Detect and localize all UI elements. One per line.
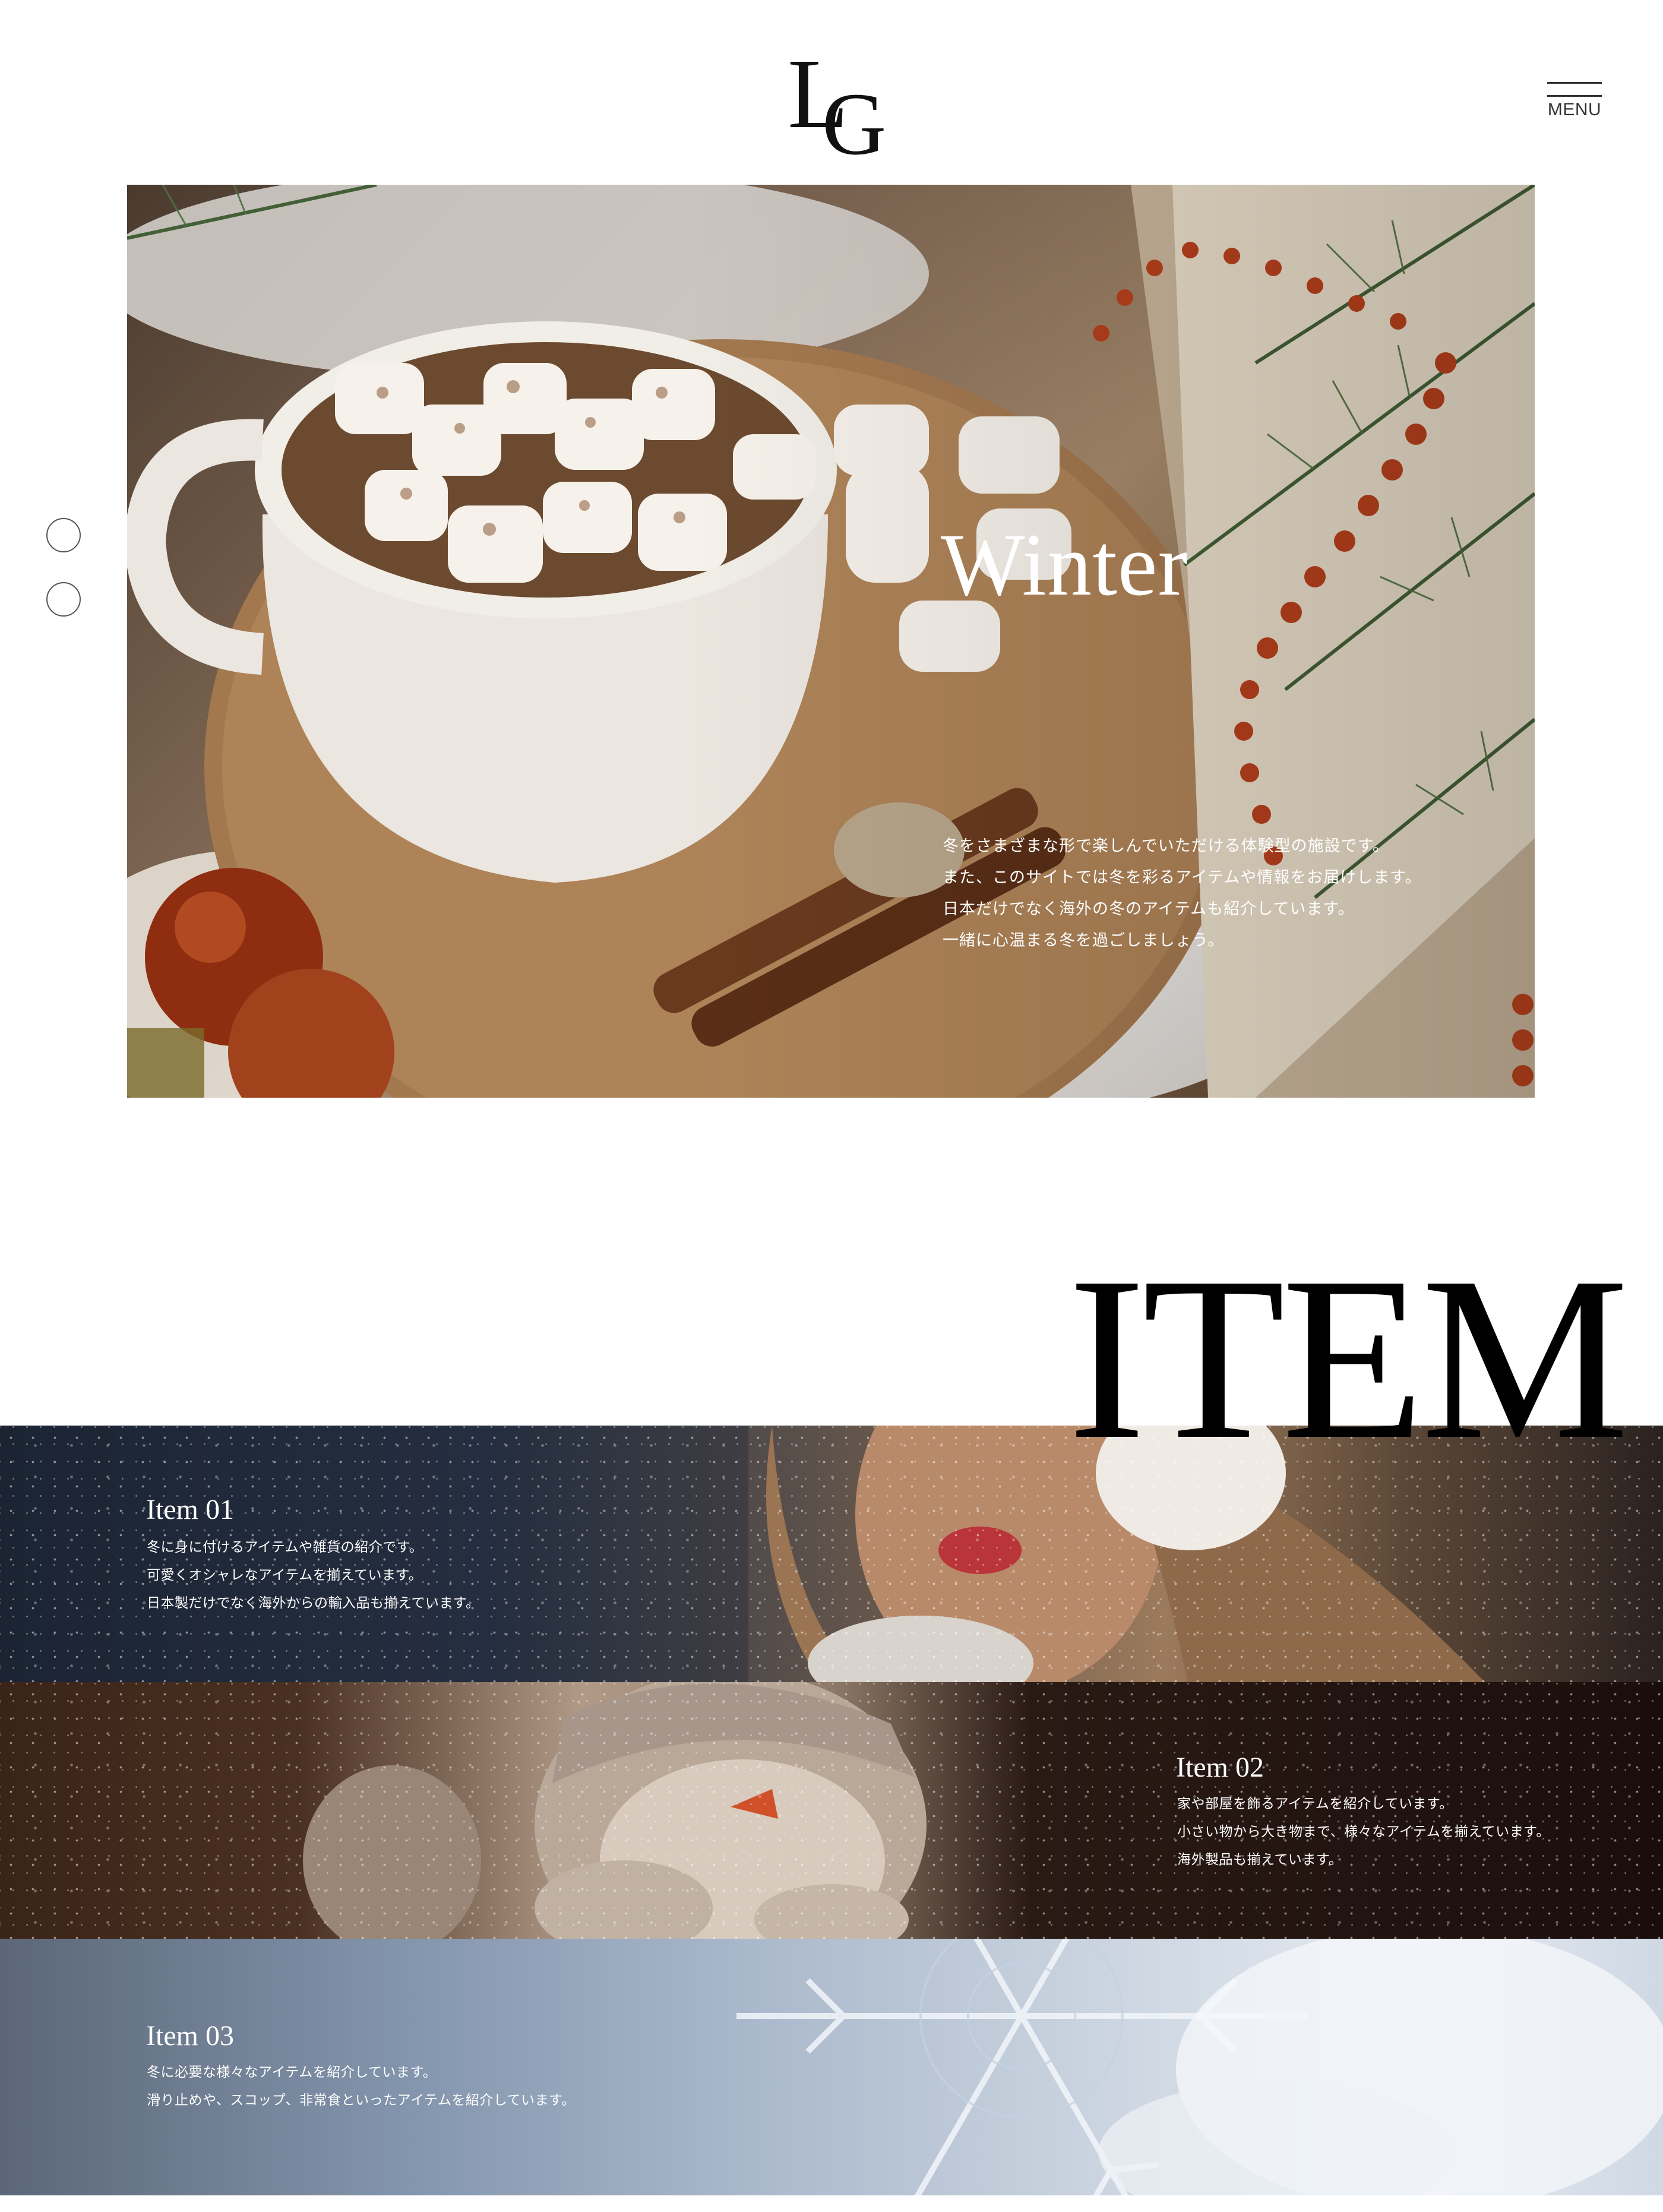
item-02-line: 小さい物から大き物まで、様々なアイテムを揃えています。 bbox=[1177, 1824, 1550, 1840]
item-03-description: 冬に必要な様々なアイテムを紹介しています。 滑り止めや、スコップ、非常食といった… bbox=[147, 2059, 576, 2115]
slider-dot-1[interactable] bbox=[46, 518, 81, 552]
menu-button[interactable]: MENU bbox=[1547, 82, 1602, 124]
item-02-line: 海外製品も揃えています。 bbox=[1177, 1852, 1343, 1867]
hamburger-icon-line-top bbox=[1547, 82, 1602, 84]
hero-banner: Winter 冬をさまざまな形で楽しんでいただける体験型の施設です。 また、この… bbox=[127, 185, 1535, 1098]
item-01-line: 可愛くオシャレなアイテムを揃えています。 bbox=[147, 1568, 423, 1583]
item-01-line: 日本製だけでなく海外からの輸入品も揃えています。 bbox=[147, 1595, 480, 1611]
site-logo[interactable]: L G bbox=[788, 44, 886, 169]
item-02-banner[interactable]: Item 02 家や部屋を飾るアイテムを紹介しています。 小さい物から大き物まで… bbox=[0, 1682, 1663, 1939]
item-03-title: Item 03 bbox=[146, 2020, 234, 2052]
item-02-line: 家や部屋を飾るアイテムを紹介しています。 bbox=[1177, 1796, 1453, 1812]
logo-letter-g: G bbox=[822, 75, 887, 173]
hero-line: 一緒に心温まる冬を過ごしましょう。 bbox=[943, 931, 1225, 950]
item-01-line: 冬に身に付けるアイテムや雑貨の紹介です。 bbox=[147, 1540, 423, 1555]
hero-line: 冬をさまざまな形で楽しんでいただける体験型の施設です。 bbox=[943, 837, 1389, 855]
slider-dot-2[interactable] bbox=[46, 582, 81, 617]
hero-line: 日本だけでなく海外の冬のアイテムも紹介しています。 bbox=[943, 900, 1355, 918]
item-03-line: 冬に必要な様々なアイテムを紹介しています。 bbox=[147, 2065, 437, 2080]
page: L G MENU Winter 冬をさまざまな形で楽しんでいただける体験型の施設… bbox=[0, 0, 1663, 2212]
hero-description: 冬をさまざまな形で楽しんでいただける体験型の施設です。 また、このサイトでは冬を… bbox=[943, 830, 1465, 956]
hero-overlay bbox=[127, 185, 1535, 1098]
hero-title: Winter bbox=[941, 516, 1188, 614]
item-03-line: 滑り止めや、スコップ、非常食といったアイテムを紹介しています。 bbox=[147, 2093, 576, 2108]
menu-label: MENU bbox=[1547, 100, 1602, 119]
item-03-banner[interactable]: Item 03 冬に必要な様々なアイテムを紹介しています。 滑り止めや、スコップ… bbox=[0, 1939, 1663, 2195]
item-02-description: 家や部屋を飾るアイテムを紹介しています。 小さい物から大き物まで、様々なアイテム… bbox=[1177, 1790, 1550, 1874]
item-02-title: Item 02 bbox=[1176, 1752, 1264, 1783]
hamburger-icon-line-bottom bbox=[1547, 95, 1602, 97]
hero-line: また、このサイトでは冬を彩るアイテムや情報をお届けします。 bbox=[943, 868, 1422, 887]
item-01-description: 冬に身に付けるアイテムや雑貨の紹介です。 可愛くオシャレなアイテムを揃えています… bbox=[147, 1534, 480, 1617]
item-section-heading: ITEM bbox=[1068, 1229, 1629, 1488]
item-01-title: Item 01 bbox=[146, 1494, 234, 1525]
